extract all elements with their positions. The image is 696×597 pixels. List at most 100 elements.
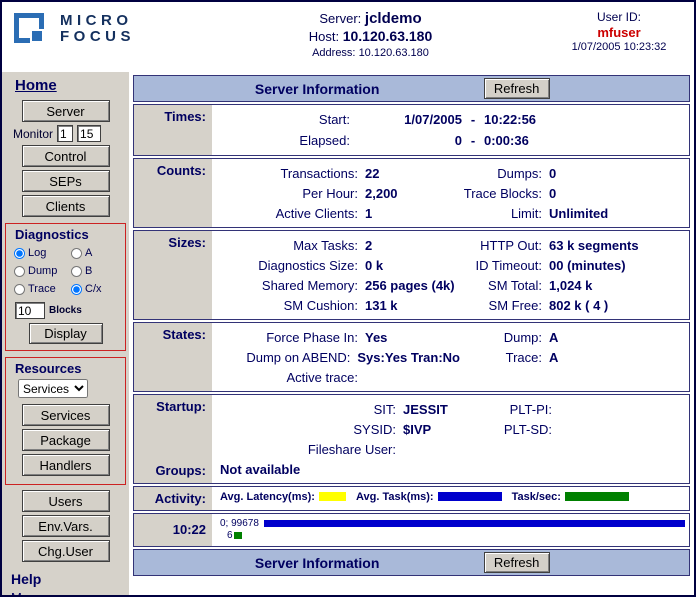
control-button[interactable]: Control	[22, 145, 110, 167]
field-shared-memory: Shared Memory:256 pages (4k)	[220, 278, 460, 293]
page-title-bottom: Server Information	[134, 555, 500, 571]
page-title: Server Information	[134, 81, 500, 97]
sizes-section: Sizes: Max Tasks:2 HTTP Out:63 k segment…	[133, 230, 690, 320]
field-value: Unlimited	[542, 206, 608, 221]
logo-inner-square	[30, 29, 44, 43]
monitor-interval-input[interactable]	[57, 125, 73, 142]
field-label: SM Total:	[460, 278, 542, 293]
blocks-input[interactable]	[15, 302, 45, 319]
field-value	[552, 402, 559, 417]
info-row: Dump on ABEND:Sys:Yes Tran:No Trace:A	[220, 347, 689, 367]
groups-section-label: Groups:	[140, 463, 206, 478]
states-section-label: States:	[140, 327, 206, 342]
microfocus-logo: MICRO FOCUS	[2, 2, 197, 72]
monitor-row: Monitor	[13, 125, 129, 142]
server-button[interactable]: Server	[22, 100, 110, 122]
field-sysid: SYSID:$IVP	[220, 422, 482, 437]
field-value: 1,024 k	[542, 278, 592, 293]
package-button[interactable]: Package	[22, 429, 110, 451]
info-row: Transactions:22 Dumps:0	[220, 163, 689, 183]
info-row: Force Phase In:Yes Dump:A	[220, 327, 689, 347]
counts-section: Counts: Transactions:22 Dumps:0 Per Hour…	[133, 158, 690, 228]
field-value: 131 k	[358, 298, 398, 313]
field-label: Trace Blocks:	[460, 186, 542, 201]
legend-latency-label: Avg. Latency(ms):	[220, 491, 315, 503]
field-force-phase-in: Force Phase In:Yes	[220, 330, 460, 345]
field-active-clients: Active Clients:1	[220, 206, 460, 221]
activity-time-label: 10:22	[140, 522, 206, 537]
logo-wordmark: MICRO FOCUS	[60, 12, 135, 72]
activity-line1-value: 0; 99678	[220, 518, 264, 529]
activity-legend: Avg. Latency(ms): Avg. Task(ms): Task/se…	[220, 487, 689, 506]
times-section: Times: Start: 1/07/2005 - 10:22:56 Elaps…	[133, 104, 690, 156]
field-value: $IVP	[396, 422, 431, 437]
file-a-radio-label: A	[85, 247, 92, 259]
field-value: 802 k ( 4 )	[542, 298, 608, 313]
field-value: 2,200	[358, 186, 398, 201]
env-vars-button[interactable]: Env.Vars.	[22, 515, 110, 537]
display-button[interactable]: Display	[29, 323, 103, 344]
field-sm-free: SM Free:802 k ( 4 )	[460, 298, 689, 313]
resources-select[interactable]: Services	[18, 379, 88, 398]
refresh-button-top[interactable]: Refresh	[484, 78, 550, 99]
services-button[interactable]: Services	[22, 404, 110, 426]
refresh-button-bottom[interactable]: Refresh	[484, 552, 550, 573]
trace-radio[interactable]	[14, 284, 25, 295]
field-value: 00 (minutes)	[542, 258, 626, 273]
microfocus-logo-icon	[14, 13, 50, 47]
user-id-value: mfuser	[544, 25, 694, 40]
header-datetime: 1/07/2005 10:23:32	[544, 41, 694, 53]
users-button[interactable]: Users	[22, 490, 110, 512]
file-b-radio[interactable]	[71, 266, 82, 277]
legend-tasksec-swatch	[565, 492, 629, 501]
field-label: Dumps:	[460, 166, 542, 181]
log-radio[interactable]	[14, 248, 25, 259]
user-info: User ID: mfuser 1/07/2005 10:23:32	[544, 2, 694, 72]
elapsed-label: Elapsed:	[220, 133, 350, 148]
sidebar: Home Server Monitor Control SEPs Clients…	[2, 72, 129, 595]
sizes-section-label: Sizes:	[140, 235, 206, 250]
clients-button[interactable]: Clients	[22, 195, 110, 217]
file-a-radio[interactable]	[71, 248, 82, 259]
field-per-hour: Per Hour:2,200	[220, 186, 460, 201]
startup-section: Startup: Groups: SIT:JESSIT PLT-PI: SYSI…	[133, 394, 690, 484]
field-value: 0	[542, 166, 556, 181]
field-http-out: HTTP Out:63 k segments	[460, 238, 689, 253]
info-row: Active Clients:1 Limit:Unlimited	[220, 203, 689, 223]
app-window: MICRO FOCUS Server: jcldemo Host: 10.120…	[0, 0, 696, 597]
field-value	[396, 442, 403, 457]
legend-task-label: Avg. Task(ms):	[356, 491, 434, 503]
field-value: 0	[542, 186, 556, 201]
elapsed-row: Elapsed: 0 - 0:00:36	[220, 130, 689, 151]
activity-task-bar	[264, 520, 685, 527]
seps-button[interactable]: SEPs	[22, 170, 110, 192]
diagnostics-title: Diagnostics	[15, 227, 123, 242]
resources-title: Resources	[15, 361, 123, 376]
file-cx-radio[interactable]	[71, 284, 82, 295]
field-label: Diagnostics Size:	[220, 258, 358, 273]
field-value	[552, 422, 559, 437]
field-value	[358, 370, 365, 385]
handlers-button[interactable]: Handlers	[22, 454, 110, 476]
field-label: Dump on ABEND:	[220, 350, 350, 365]
activity-line1: 0; 99678	[220, 517, 687, 530]
monitor-count-input[interactable]	[77, 125, 101, 142]
home-link[interactable]: Home	[15, 77, 57, 94]
diagnostics-panel: Diagnostics Log A Dump	[5, 223, 126, 351]
activity-section: Activity: Avg. Latency(ms): Avg. Task(ms…	[133, 486, 690, 511]
bottom-title-bar: Server Information Refresh	[133, 549, 690, 576]
file-cx-radio-label: C/x	[85, 283, 102, 295]
menu-link[interactable]: Menu	[11, 590, 44, 597]
activity-line2: 6	[220, 530, 687, 541]
radio-row: Trace C/x	[14, 280, 123, 298]
field-sm-total: SM Total:1,024 k	[460, 278, 689, 293]
field-label: Active Clients:	[220, 206, 358, 221]
field-value: 0 k	[358, 258, 383, 273]
user-id-label: User ID:	[544, 10, 694, 24]
field-label: Trace:	[460, 350, 542, 365]
info-row: Shared Memory:256 pages (4k) SM Total:1,…	[220, 275, 689, 295]
dump-radio[interactable]	[14, 266, 25, 277]
field-label: Fileshare User:	[220, 442, 396, 457]
field-label: Per Hour:	[220, 186, 358, 201]
chg-user-button[interactable]: Chg.User	[22, 540, 110, 562]
